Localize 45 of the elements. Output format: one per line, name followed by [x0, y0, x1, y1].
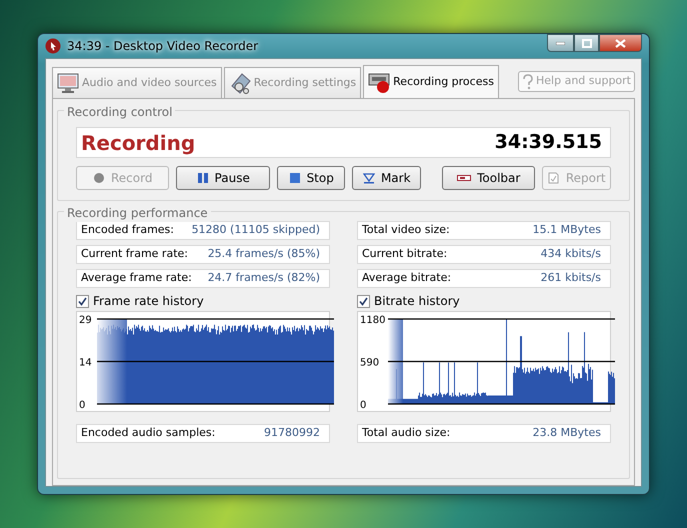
stat-label: Encoded frames: [81, 222, 174, 238]
stat-value: 25.4 frames/s (85%) [208, 246, 320, 262]
stat-value: 261 kbits/s [540, 270, 601, 286]
film-gear-icon [228, 72, 251, 94]
stat-value: 91780992 [264, 425, 320, 442]
stop-icon [288, 172, 301, 184]
mark-button[interactable]: Mark [352, 166, 421, 190]
recording-status: Recording [81, 130, 196, 156]
stat-value: 24.7 frames/s (82%) [208, 270, 320, 286]
history-checkbox[interactable]: Bitrate history [357, 293, 611, 309]
history-checkbox[interactable]: Frame rate history [76, 293, 330, 309]
check-icon [78, 296, 87, 306]
stat-label: Encoded audio samples: [81, 425, 216, 442]
stat-value: 15.1 MBytes [532, 222, 601, 238]
stat-label: Average bitrate: [362, 270, 452, 286]
stat-label: Current bitrate: [362, 246, 448, 262]
tab[interactable]: Recording process [363, 65, 499, 98]
help-icon [522, 74, 534, 90]
recorder-icon [368, 71, 390, 93]
document-icon [548, 172, 560, 184]
stat-value: 51280 (11105 skipped) [192, 222, 320, 238]
minimize-icon [556, 42, 565, 44]
stat-label: Current frame rate: [81, 246, 188, 262]
elapsed-time: 34:39.515 [494, 130, 602, 156]
pause-icon [196, 172, 209, 184]
window-title: 34:39 - Desktop Video Recorder [67, 38, 258, 55]
stop-button[interactable]: Stop [276, 166, 346, 190]
stat-label: Total audio size: [362, 425, 450, 442]
stat-value: 434 kbits/s [540, 246, 601, 262]
monitor-icon [57, 72, 79, 94]
minimize-button[interactable] [547, 34, 574, 52]
toolbar-icon [457, 172, 472, 184]
circle-icon [93, 172, 105, 184]
stat-value: 23.8 MBytes [532, 425, 601, 442]
maximize-icon [582, 38, 592, 48]
pause-button[interactable]: Pause [176, 166, 270, 190]
maximize-button[interactable] [574, 34, 599, 52]
close-icon [615, 38, 626, 48]
close-button[interactable] [599, 34, 642, 52]
toolbar-button[interactable]: Toolbar [442, 166, 536, 190]
stat-label: Total video size: [362, 222, 450, 238]
mark-icon [362, 172, 375, 184]
app-icon [45, 38, 61, 54]
check-icon [359, 296, 368, 306]
stat-label: Average frame rate: [81, 270, 192, 286]
